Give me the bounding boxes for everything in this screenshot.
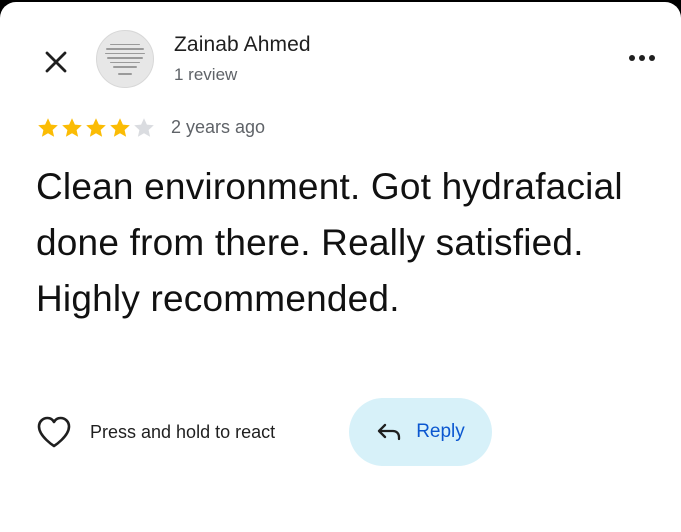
more-options-icon-dot — [649, 55, 655, 61]
react-label: Press and hold to react — [90, 421, 276, 442]
reply-arrow-icon — [378, 423, 401, 441]
reply-button[interactable]: Reply — [349, 398, 492, 466]
heart-outline-icon — [37, 416, 71, 448]
close-button[interactable] — [36, 42, 76, 82]
star-filled-icon — [62, 118, 82, 137]
star-filled-icon — [38, 118, 58, 137]
reviewer-name[interactable]: Zainab Ahmed — [174, 33, 311, 57]
more-options-icon-dot — [639, 55, 645, 61]
reply-label: Reply — [416, 421, 465, 442]
star-filled-icon — [110, 118, 130, 137]
review-text: Clean environment. Got hydrafacial done … — [36, 166, 623, 319]
more-options-button[interactable] — [622, 42, 662, 74]
star-empty-icon — [134, 118, 154, 137]
star-rating — [36, 116, 156, 140]
more-options-icon — [629, 55, 635, 61]
review-time: 2 years ago — [171, 117, 266, 137]
review-count: 1 review — [174, 65, 238, 84]
react-button[interactable]: Press and hold to react — [36, 412, 275, 452]
close-icon — [45, 51, 67, 73]
review-sheet: Zainab Ahmed 1 review 2 years ago Clean … — [0, 2, 681, 532]
star-filled-icon — [86, 118, 106, 137]
avatar[interactable] — [96, 30, 154, 88]
